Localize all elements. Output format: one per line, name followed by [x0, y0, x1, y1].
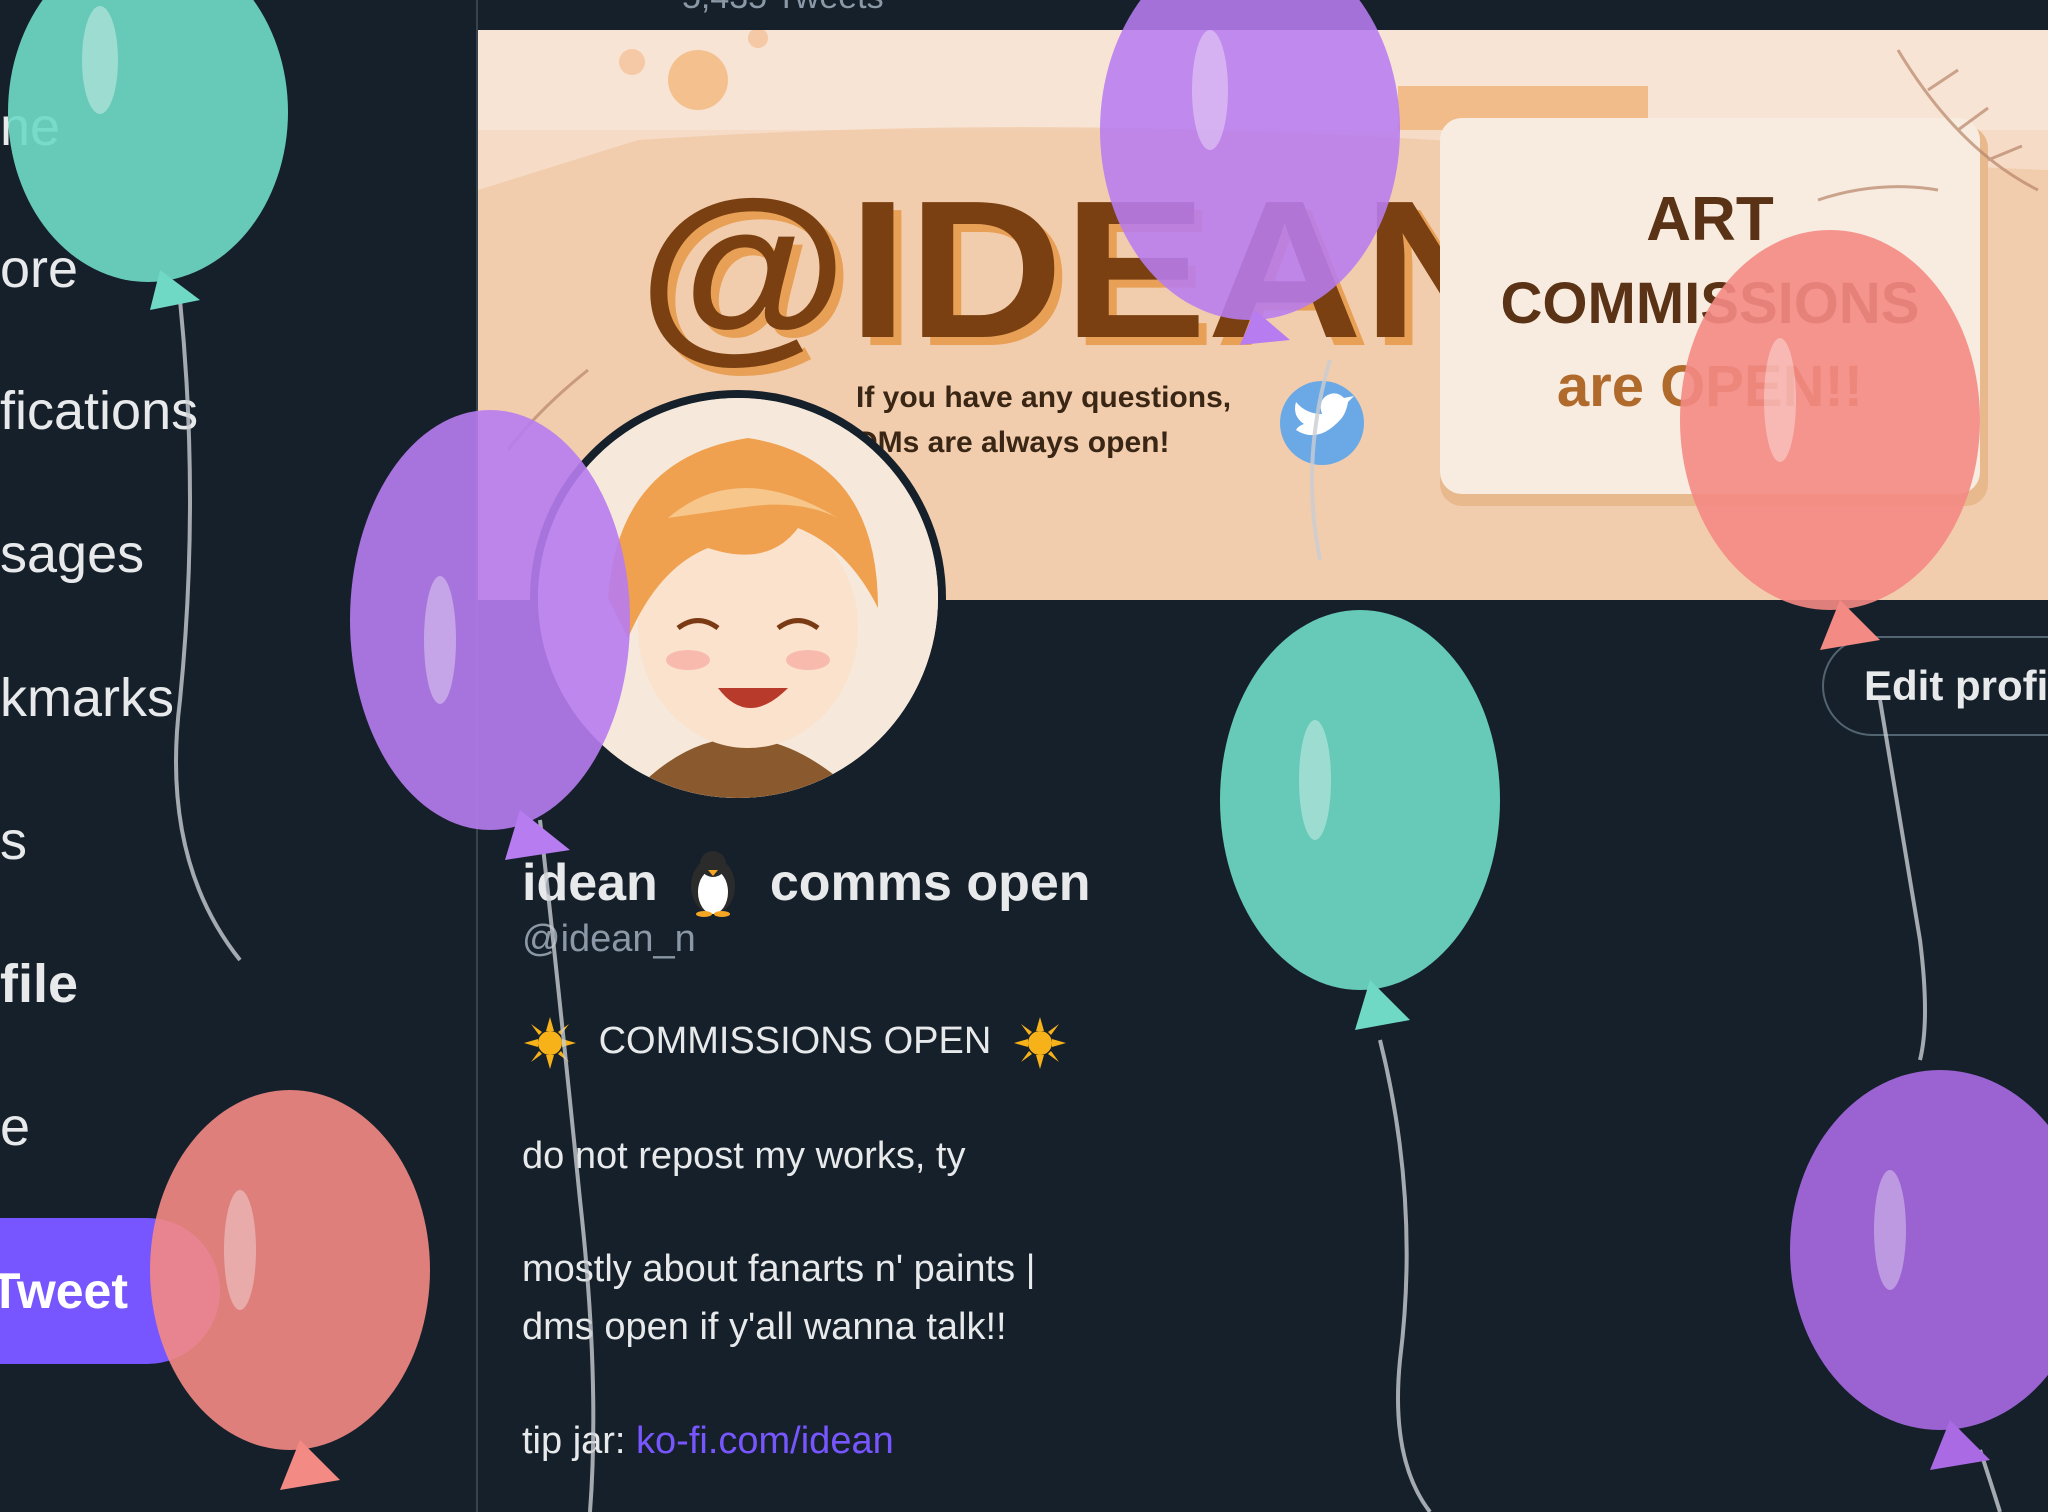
banner-handle-art: @IDEAN @IDEAN	[638, 160, 1526, 387]
penguin-emoji-icon	[690, 851, 735, 917]
sidebar-item-lists[interactable]: s	[0, 810, 27, 872]
sun-emoji-icon	[524, 1017, 576, 1069]
bio-commissions-text: COMMISSIONS OPEN	[598, 1020, 992, 1063]
purple-balloon-icon	[1790, 1070, 2048, 1470]
sidebar-item-notifications[interactable]: fications	[0, 380, 198, 442]
sidebar-item-explore[interactable]: ore	[0, 238, 78, 300]
banner-tagline-2: DMs are always open!	[856, 426, 1169, 459]
profile-avatar[interactable]	[530, 390, 946, 806]
banner-tagline-1: If you have any questions,	[856, 381, 1231, 414]
svg-text:@IDEAN: @IDEAN	[638, 160, 1518, 379]
sidebar-item-home[interactable]: ne	[0, 96, 60, 158]
bio-line-3: mostly about fanarts n' paints |	[522, 1248, 1036, 1290]
display-name-first: idean	[522, 854, 658, 912]
sidebar-nav: ne ore fications sages kmarks s file e T…	[0, 0, 476, 1512]
twitter-bird-icon	[1280, 381, 1364, 465]
tip-jar-label: tip jar:	[522, 1420, 637, 1462]
bio-line-2: do not repost my works, ty	[522, 1135, 966, 1177]
sidebar-item-more[interactable]: e	[0, 1096, 30, 1158]
sidebar-item-messages[interactable]: sages	[0, 523, 144, 585]
profile-display-name: idean comms open	[522, 848, 1091, 918]
profile-handle: @idean_n	[522, 918, 696, 960]
banner-sign-line-1: ART	[1646, 185, 1774, 254]
edit-profile-button[interactable]: Edit profi	[1822, 636, 2048, 736]
sidebar-item-bookmarks[interactable]: kmarks	[0, 667, 174, 729]
bio-line-4: dms open if y'all wanna talk!!	[522, 1306, 1007, 1348]
bio-line-1: COMMISSIONS OPEN	[522, 1015, 1068, 1071]
tweet-count: 5,435 Tweets	[682, 0, 884, 17]
teal-balloon-icon	[1220, 610, 1500, 1030]
sidebar-item-profile[interactable]: file	[0, 953, 78, 1015]
banner-sign-line-3: are OPEN!!	[1557, 354, 1863, 419]
tip-jar-link[interactable]: ko-fi.com/idean	[636, 1420, 894, 1462]
bio-tip-jar: tip jar: ko-fi.com/idean	[522, 1420, 894, 1463]
tweet-button[interactable]: Tweet	[0, 1218, 220, 1364]
banner-sign-line-2: COMMISSIONS	[1501, 271, 1920, 336]
display-name-rest: comms open	[769, 854, 1091, 912]
sun-emoji-icon	[1013, 1017, 1066, 1069]
